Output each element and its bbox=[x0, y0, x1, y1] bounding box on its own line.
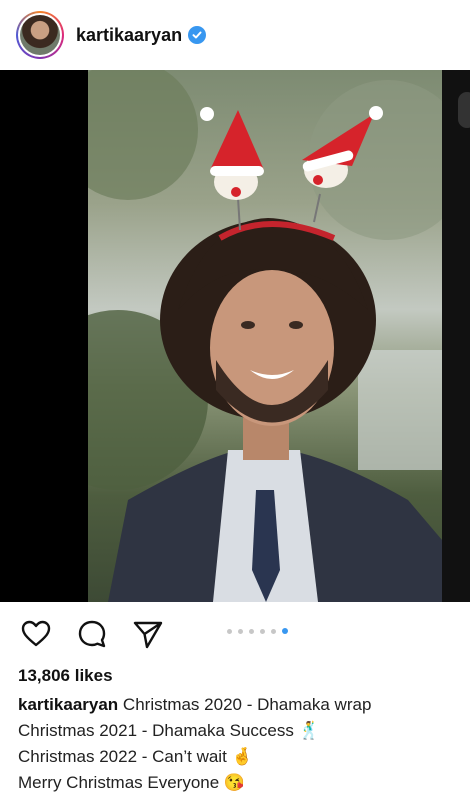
caption-line-1: kartikaaryan Christmas 2020 - Dhamaka wr… bbox=[18, 692, 458, 718]
comment-icon[interactable] bbox=[76, 618, 108, 650]
post-media[interactable] bbox=[0, 70, 470, 602]
carousel-indicator bbox=[227, 628, 288, 634]
peek-element bbox=[458, 92, 470, 128]
caption-line-4: Merry Christmas Everyone 😘 bbox=[18, 773, 246, 792]
avatar-border bbox=[18, 13, 62, 57]
avatar-image bbox=[20, 15, 60, 55]
username[interactable]: kartikaaryan bbox=[76, 25, 182, 46]
heart-icon[interactable] bbox=[20, 618, 52, 650]
carousel-dot bbox=[260, 628, 265, 634]
avatar[interactable] bbox=[16, 11, 64, 59]
carousel-dot bbox=[238, 628, 243, 634]
next-photo-peek bbox=[442, 70, 470, 602]
post-photo bbox=[88, 70, 442, 602]
carousel-dot bbox=[271, 628, 276, 634]
carousel-dot bbox=[227, 628, 232, 634]
likes-count[interactable]: 13,806 likes bbox=[18, 666, 113, 686]
carousel-dot bbox=[249, 628, 254, 634]
post-header: kartikaaryan bbox=[0, 0, 470, 70]
post-caption: kartikaaryan Christmas 2020 - Dhamaka wr… bbox=[18, 692, 458, 796]
verified-badge-icon bbox=[188, 26, 207, 44]
carousel-dot-active bbox=[282, 628, 288, 634]
caption-line-2: Christmas 2021 - Dhamaka Success 🕺 bbox=[18, 721, 320, 740]
caption-line-3: Christmas 2022 - Can’t wait 🤞 bbox=[18, 747, 253, 766]
send-icon[interactable] bbox=[132, 618, 164, 650]
caption-username[interactable]: kartikaaryan bbox=[18, 695, 118, 714]
caption-text-1: Christmas 2020 - Dhamaka wrap bbox=[122, 695, 372, 714]
